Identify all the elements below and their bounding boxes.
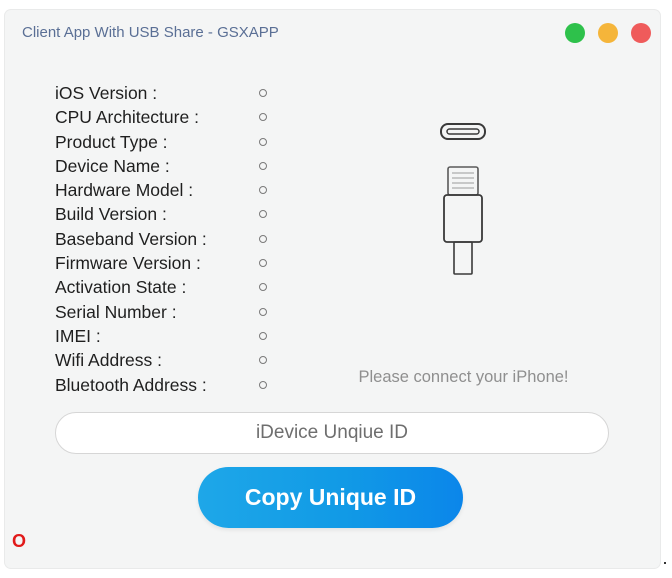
info-label: Device Name : — [55, 155, 170, 176]
info-label: IMEI : — [55, 325, 101, 346]
value-bullet-icon — [259, 161, 267, 170]
info-row-activation-state: Activation State : — [55, 277, 285, 301]
value-bullet-icon — [259, 186, 267, 195]
info-row-ios-version: iOS Version : — [55, 83, 285, 107]
window-controls — [565, 23, 651, 43]
info-label: Serial Number : — [55, 301, 177, 322]
value-bullet-icon — [259, 307, 267, 316]
info-label: iOS Version : — [55, 83, 158, 103]
value-bullet-icon — [259, 137, 267, 146]
value-bullet-icon — [259, 283, 267, 292]
info-label: Hardware Model : — [55, 180, 194, 201]
value-bullet-icon — [259, 380, 267, 389]
info-label: Firmware Version : — [55, 253, 201, 274]
corner-marker — [664, 562, 666, 564]
info-row-imei: IMEI : — [55, 326, 285, 350]
info-label: CPU Architecture : — [55, 107, 199, 128]
info-row-product-type: Product Type : — [55, 132, 285, 156]
value-bullet-icon — [259, 259, 267, 268]
info-row-wifi-address: Wifi Address : — [55, 350, 285, 374]
status-indicator: O — [12, 531, 27, 551]
unique-id-field[interactable] — [55, 412, 609, 454]
info-row-serial-number: Serial Number : — [55, 302, 285, 326]
device-info-list: iOS Version : CPU Architecture : Product… — [55, 83, 285, 399]
value-bullet-icon — [259, 331, 267, 340]
copy-unique-id-button[interactable]: Copy Unique ID — [198, 467, 463, 528]
value-bullet-icon — [259, 234, 267, 243]
value-bullet-icon — [259, 210, 267, 219]
info-label: Wifi Address : — [55, 350, 162, 371]
connect-message: Please connect your iPhone! — [358, 368, 569, 386]
value-bullet-icon — [259, 89, 267, 97]
info-row-baseband-version: Baseband Version : — [55, 229, 285, 253]
info-label: Baseband Version : — [55, 228, 207, 249]
info-label: Product Type : — [55, 131, 168, 152]
window-title: Client App With USB Share - GSXAPP — [22, 24, 279, 41]
info-row-bluetooth-address: Bluetooth Address : — [55, 375, 285, 399]
info-row-device-name: Device Name : — [55, 156, 285, 180]
info-label: Build Version : — [55, 204, 167, 225]
info-row-cpu-architecture: CPU Architecture : — [55, 107, 285, 131]
close-button[interactable] — [631, 23, 651, 43]
value-bullet-icon — [259, 113, 267, 122]
value-bullet-icon — [259, 356, 267, 365]
info-label: Activation State : — [55, 277, 187, 298]
lightning-cable-icon — [440, 123, 486, 340]
info-row-firmware-version: Firmware Version : — [55, 253, 285, 277]
info-label: Bluetooth Address : — [55, 374, 207, 395]
info-row-build-version: Build Version : — [55, 204, 285, 228]
minimize-button[interactable] — [565, 23, 585, 43]
maximize-button[interactable] — [598, 23, 618, 43]
info-row-hardware-model: Hardware Model : — [55, 180, 285, 204]
